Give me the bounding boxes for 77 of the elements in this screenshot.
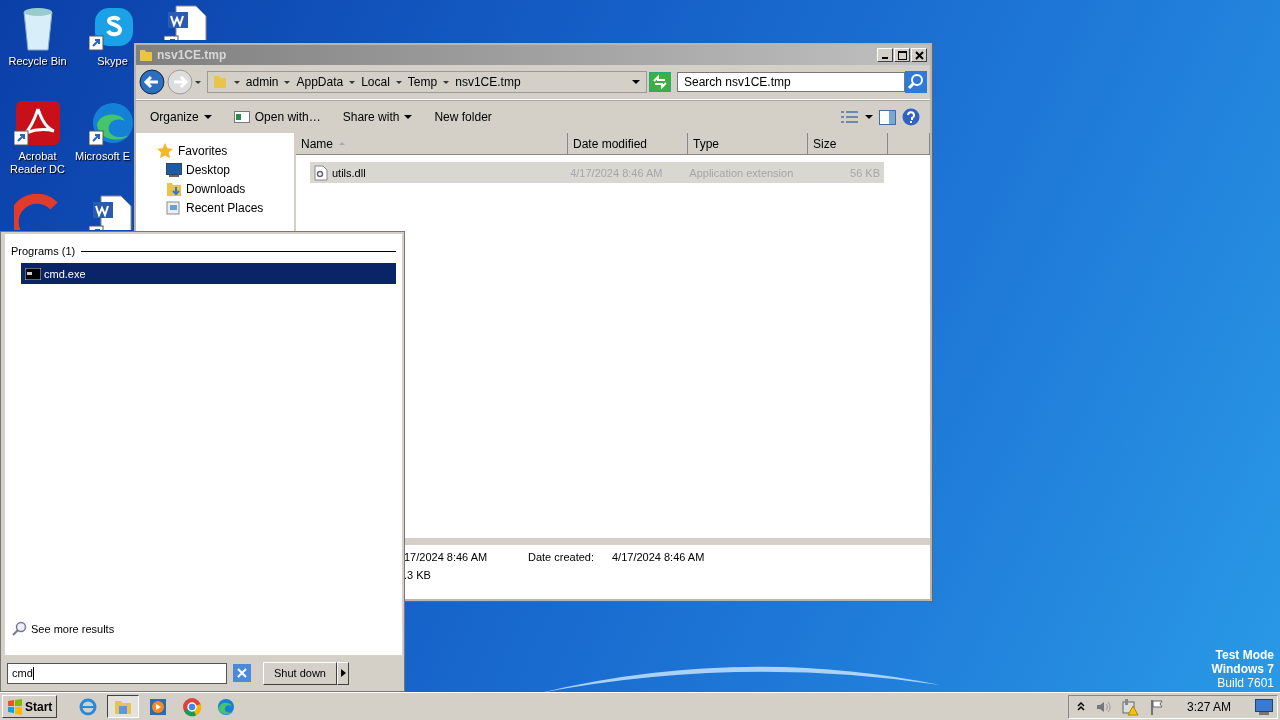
group-heading: Programs (1) — [11, 245, 76, 257]
preview-pane-icon[interactable] — [879, 109, 896, 125]
caret-icon[interactable] — [284, 80, 291, 84]
folder-icon — [211, 74, 228, 90]
caret-icon[interactable] — [443, 80, 450, 84]
maximize-icon — [897, 50, 907, 60]
column-header[interactable]: Type — [688, 133, 808, 155]
search-icon — [11, 621, 27, 637]
address-bar[interactable]: admin AppData Local Temp nsv1CE.tmp — [206, 71, 648, 93]
detail-value: .3 KB — [404, 569, 432, 583]
icon-label: Microsoft E — [75, 150, 130, 163]
menu-button[interactable]: Share with — [336, 108, 419, 126]
maximize-button[interactable] — [894, 48, 910, 62]
column-header[interactable]: Size — [808, 133, 888, 155]
icon-label: Skype — [96, 55, 129, 68]
start-button[interactable]: Start — [2, 695, 58, 718]
shutdown-button[interactable]: Shut down — [263, 661, 337, 685]
see-more-link[interactable]: See more results — [11, 621, 396, 637]
help-icon[interactable] — [902, 108, 920, 126]
show-desktop-button[interactable] — [1255, 698, 1273, 715]
windows-logo-icon — [7, 698, 23, 715]
breadcrumb-item[interactable]: Local — [361, 75, 390, 89]
download-folder-icon — [166, 180, 182, 197]
nav-item[interactable]: Favorites — [136, 141, 294, 160]
caret-icon[interactable] — [194, 80, 201, 84]
caret-icon[interactable] — [233, 80, 240, 84]
toolbar-button[interactable]: New folder — [428, 108, 498, 126]
nav-item[interactable]: Recent Places — [136, 198, 294, 217]
detail-value: 17/2024 8:46 AM — [404, 551, 489, 565]
close-button[interactable] — [911, 48, 927, 62]
caret-icon[interactable] — [395, 80, 402, 84]
folder-icon — [139, 48, 153, 62]
table-cell: utils.dll — [310, 164, 567, 181]
caret-icon[interactable] — [865, 115, 873, 119]
file-icon — [314, 164, 328, 181]
flag-icon[interactable] — [1148, 698, 1165, 715]
chevron-up-icon[interactable] — [1076, 701, 1085, 712]
star-icon — [156, 141, 174, 160]
column-header[interactable]: Name — [296, 133, 568, 155]
folder-app-icon[interactable] — [107, 695, 140, 718]
arrow-right-icon — [340, 669, 346, 677]
network-warning-icon[interactable] — [1120, 697, 1139, 716]
menu-button[interactable]: Organize — [144, 108, 218, 126]
clear-button[interactable] — [233, 664, 251, 682]
clock[interactable]: 3:27 AM — [1186, 699, 1231, 714]
console-icon — [25, 267, 41, 280]
minimize-button[interactable] — [877, 48, 893, 62]
close-icon — [914, 50, 924, 60]
shutdown-options-button[interactable] — [337, 661, 349, 685]
window-icon — [233, 111, 250, 123]
icon-label: Acrobat Reader DC — [9, 150, 66, 176]
column-header[interactable]: Date modified — [568, 133, 688, 155]
system-notice: Test Mode — [1215, 648, 1274, 662]
system-notice: Build 7601 — [1217, 676, 1274, 690]
monitor-icon — [166, 162, 182, 177]
window-title: nsv1CE.tmp — [157, 48, 227, 62]
detail-value: 4/17/2024 8:46 AM — [612, 551, 706, 565]
breadcrumb-item[interactable]: AppData — [296, 75, 344, 89]
breadcrumb-item[interactable]: Temp — [407, 75, 438, 89]
pdf-app-icon[interactable] — [13, 99, 62, 147]
system-notice: Windows 7 — [1211, 662, 1274, 676]
refresh-button[interactable] — [649, 72, 671, 92]
nav-item[interactable]: Desktop — [136, 160, 294, 179]
toolbar-button[interactable]: Open with… — [227, 108, 327, 126]
back-button[interactable] — [139, 69, 165, 95]
caret-icon[interactable] — [632, 80, 641, 84]
search-field[interactable]: cmd — [7, 662, 227, 684]
breadcrumb-item[interactable]: admin — [245, 75, 279, 89]
icon-label: Recycle Bin — [7, 55, 68, 68]
nav-item[interactable]: Downloads — [136, 179, 294, 198]
detail-label: Date created: — [528, 551, 596, 565]
recent-places-icon — [166, 199, 182, 216]
caret-icon[interactable] — [349, 80, 356, 84]
breadcrumb-item[interactable]: nsv1CE.tmp — [455, 75, 521, 89]
search-result[interactable]: cmd.exe — [21, 263, 396, 284]
search-field[interactable]: Search nsv1CE.tmp — [677, 72, 905, 92]
search-button[interactable] — [905, 71, 927, 93]
